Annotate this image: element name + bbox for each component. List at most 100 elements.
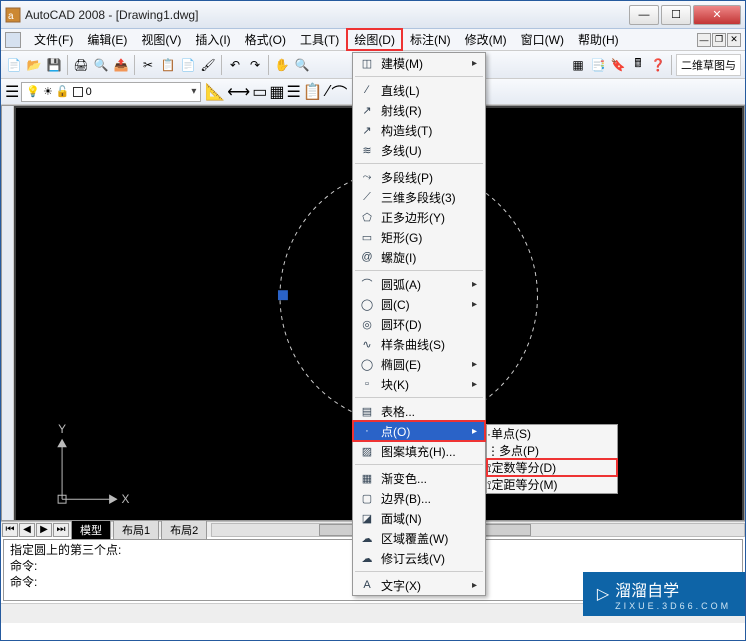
menu-modify[interactable]: 修改(M) <box>458 29 514 50</box>
copy-icon[interactable]: 📋 <box>159 56 177 74</box>
tool-palette-icon[interactable]: ▦ <box>569 56 587 74</box>
submenu-item[interactable]: ⟟定距等分(M) <box>487 476 617 493</box>
redo-icon[interactable]: ↷ <box>246 56 264 74</box>
submenu-item[interactable]: ·单点(S) <box>487 425 617 442</box>
layers-icon[interactable]: ☰ <box>286 82 300 102</box>
menu-item[interactable]: ▭矩形(G) <box>353 227 485 247</box>
menu-draw[interactable]: 绘图(D) <box>346 28 403 51</box>
menu-item[interactable]: ⬠正多边形(Y) <box>353 207 485 227</box>
menu-item[interactable]: ⤳多段线(P) <box>353 167 485 187</box>
mdi-minimize[interactable]: — <box>697 33 711 47</box>
menu-item[interactable]: ☁修订云线(V) <box>353 548 485 568</box>
tab-layout1[interactable]: 布局1 <box>113 520 159 539</box>
menu-file[interactable]: 文件(F) <box>27 29 80 50</box>
submenu-arrow-icon: ▸ <box>472 359 477 370</box>
chevron-down-icon: ▾ <box>191 86 196 97</box>
menu-insert[interactable]: 插入(I) <box>188 29 237 50</box>
workspace-button[interactable]: 二维草图与 <box>676 54 741 76</box>
menu-item-label: 三维多段线(3) <box>381 189 456 206</box>
menu-dim[interactable]: 标注(N) <box>403 29 458 50</box>
menu-item[interactable]: ▤表格... <box>353 401 485 421</box>
zoom-icon[interactable]: 🔍 <box>293 56 311 74</box>
menu-item[interactable]: ◯圆(C)▸ <box>353 294 485 314</box>
menu-format[interactable]: 格式(O) <box>238 29 293 50</box>
mdi-close[interactable]: ✕ <box>727 33 741 47</box>
menu-item-icon: ≋ <box>359 144 375 157</box>
menu-item[interactable]: ↗构造线(T) <box>353 120 485 140</box>
tab-model[interactable]: 模型 <box>71 520 111 539</box>
tab-first[interactable]: ⏮ <box>2 523 18 537</box>
minimize-button[interactable]: — <box>629 5 659 25</box>
menu-edit[interactable]: 编辑(E) <box>80 29 134 50</box>
menu-item-label: 文字(X) <box>381 577 421 594</box>
publish-icon[interactable]: 📤 <box>112 56 130 74</box>
menu-item[interactable]: @螺旋(I) <box>353 247 485 267</box>
qcalc-icon[interactable]: 🖩 <box>629 56 647 74</box>
menu-item[interactable]: ◎圆环(D) <box>353 314 485 334</box>
paste-icon[interactable]: 📄 <box>179 56 197 74</box>
menu-item[interactable]: ∿样条曲线(S) <box>353 334 485 354</box>
markup-icon[interactable]: 🔖 <box>609 56 627 74</box>
menu-item-icon: ⌒ <box>359 276 375 292</box>
menu-window[interactable]: 窗口(W) <box>514 29 571 50</box>
menu-item[interactable]: ▨图案填充(H)... <box>353 441 485 461</box>
menu-item[interactable]: ·点(O)▸ <box>353 421 485 441</box>
menu-item[interactable]: ∕直线(L) <box>353 80 485 100</box>
menu-item[interactable]: ≋多线(U) <box>353 140 485 160</box>
save-icon[interactable]: 💾 <box>45 56 63 74</box>
mdi-restore[interactable]: ❐ <box>712 33 726 47</box>
menu-item[interactable]: A文字(X)▸ <box>353 575 485 595</box>
menu-item[interactable]: ⌒圆弧(A)▸ <box>353 274 485 294</box>
menu-item[interactable]: ◪面域(N) <box>353 508 485 528</box>
props-icon[interactable]: 📋 <box>303 82 323 102</box>
preview-icon[interactable]: 🔍 <box>92 56 110 74</box>
menu-item[interactable]: ▫块(K)▸ <box>353 374 485 394</box>
menubar: 文件(F) 编辑(E) 视图(V) 插入(I) 格式(O) 工具(T) 绘图(D… <box>1 29 745 51</box>
tab-layout2[interactable]: 布局2 <box>161 520 207 539</box>
menu-item[interactable]: ◯椭圆(E)▸ <box>353 354 485 374</box>
help-icon[interactable]: ❓ <box>649 56 667 74</box>
menu-item[interactable]: ↗射线(R) <box>353 100 485 120</box>
menu-item[interactable]: ◫建模(M)▸ <box>353 53 485 73</box>
menu-item-icon: ◯ <box>359 298 375 311</box>
close-button[interactable]: ✕ <box>693 5 741 25</box>
menu-item-label: 定距等分(M) <box>491 478 557 492</box>
menu-help[interactable]: 帮助(H) <box>571 29 626 50</box>
table-icon[interactable]: ▦ <box>269 82 284 102</box>
axis-x-label: X <box>122 492 130 506</box>
menu-item-icon: ↗ <box>359 104 375 117</box>
layer-combo[interactable]: 💡 ☀ 🔓 0 ▾ <box>21 82 201 102</box>
left-toolbar[interactable] <box>2 106 14 520</box>
mdi-control-icon[interactable] <box>5 32 21 48</box>
menu-item[interactable]: ▢边界(B)... <box>353 488 485 508</box>
open-file-icon[interactable]: 📂 <box>25 56 43 74</box>
layer-manager-icon[interactable]: ☰ <box>5 82 19 102</box>
tab-next[interactable]: ▶ <box>36 523 52 537</box>
submenu-item[interactable]: ⋮多点(P) <box>487 442 617 459</box>
dim-icon[interactable]: ⟷ <box>227 82 250 102</box>
cut-icon[interactable]: ✂ <box>139 56 157 74</box>
arc-icon[interactable]: ⌒ <box>331 80 347 104</box>
measure-icon[interactable]: 📐 <box>205 82 225 102</box>
line-icon[interactable]: ∕ <box>327 83 330 101</box>
tab-last[interactable]: ⏭ <box>53 523 69 537</box>
menu-tools[interactable]: 工具(T) <box>293 29 346 50</box>
undo-icon[interactable]: ↶ <box>226 56 244 74</box>
sheet-set-icon[interactable]: 📑 <box>589 56 607 74</box>
style-icon[interactable]: ▭ <box>252 82 267 102</box>
tab-prev[interactable]: ◀ <box>19 523 35 537</box>
menu-item[interactable]: ▦渐变色... <box>353 468 485 488</box>
maximize-button[interactable]: ☐ <box>661 5 691 25</box>
menu-view[interactable]: 视图(V) <box>134 29 188 50</box>
menu-item-label: 单点(S) <box>491 427 531 441</box>
submenu-item[interactable]: ⟟定数等分(D) <box>487 459 617 476</box>
pan-icon[interactable]: ✋ <box>273 56 291 74</box>
print-icon[interactable]: 🖨 <box>72 56 90 74</box>
separator <box>268 55 269 75</box>
menu-item[interactable]: ☁区域覆盖(W) <box>353 528 485 548</box>
menu-item-icon: ▤ <box>359 405 375 418</box>
match-icon[interactable]: 🖌 <box>199 56 217 74</box>
menu-item[interactable]: ⟋三维多段线(3) <box>353 187 485 207</box>
new-file-icon[interactable]: 📄 <box>5 56 23 74</box>
lock-icon: 🔓 <box>56 85 70 98</box>
